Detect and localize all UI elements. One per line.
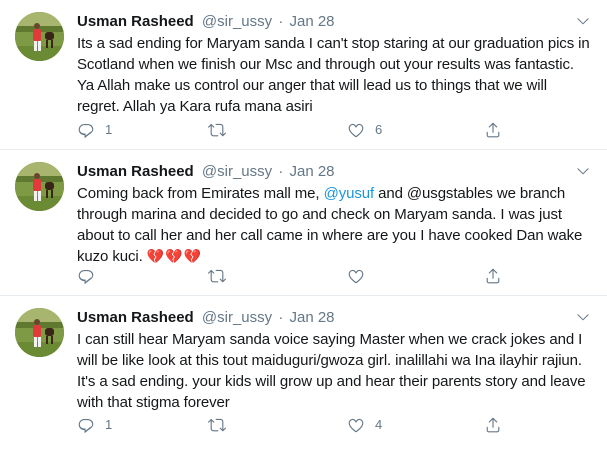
avatar-image — [15, 308, 64, 357]
like-icon — [347, 267, 365, 285]
share-button[interactable] — [484, 266, 502, 286]
chevron-down-icon[interactable] — [575, 163, 591, 179]
tweet[interactable]: Usman Rasheed @sir_ussy · Jan 28 Coming … — [0, 150, 607, 296]
broken-heart-emoji: 💔💔💔 — [146, 248, 203, 264]
tweet-text: Coming back from Emirates mall me, @yusu… — [77, 183, 592, 267]
reply-count: 1 — [105, 122, 113, 137]
like-icon — [347, 416, 365, 434]
author-handle[interactable]: @sir_ussy — [202, 13, 272, 30]
retweet-button[interactable] — [208, 266, 236, 286]
tweet-actions: 1 4 — [77, 415, 517, 435]
tweet[interactable]: Usman Rasheed @sir_ussy · Jan 28 Its a s… — [0, 0, 607, 150]
tweet-header: Usman Rasheed @sir_ussy · Jan 28 — [77, 12, 335, 32]
like-button[interactable] — [347, 266, 375, 286]
tweet-text: Its a sad ending for Maryam sanda I can'… — [77, 33, 592, 117]
retweet-button[interactable] — [208, 415, 236, 435]
author-name[interactable]: Usman Rasheed — [77, 13, 194, 30]
tweet-header: Usman Rasheed @sir_ussy · Jan 28 — [77, 308, 335, 328]
tweet[interactable]: Usman Rasheed @sir_ussy · Jan 28 I can s… — [0, 296, 607, 449]
tweet-date[interactable]: Jan 28 — [289, 163, 334, 180]
retweet-button[interactable] — [208, 120, 236, 140]
avatar[interactable] — [15, 308, 64, 357]
separator-dot: · — [278, 163, 284, 180]
tweet-date[interactable]: Jan 28 — [289, 13, 334, 30]
tweet-text-body: Its a sad ending for Maryam sanda I can'… — [77, 35, 590, 115]
share-button[interactable] — [484, 120, 502, 140]
reply-icon — [77, 416, 95, 434]
author-name[interactable]: Usman Rasheed — [77, 309, 194, 326]
tweet-text-body: Coming back from Emirates mall me, — [77, 185, 324, 202]
avatar[interactable] — [15, 12, 64, 61]
tweet-actions: 1 6 — [77, 120, 517, 140]
reply-button[interactable]: 1 — [77, 120, 112, 140]
like-count: 6 — [375, 122, 383, 137]
retweet-icon — [208, 267, 226, 285]
tweet-date[interactable]: Jan 28 — [289, 309, 334, 326]
avatar-image — [15, 162, 64, 211]
chevron-down-icon[interactable] — [575, 13, 591, 29]
tweet-text: I can still hear Maryam sanda voice sayi… — [77, 329, 592, 413]
avatar-image — [15, 12, 64, 61]
share-icon — [484, 121, 502, 139]
reply-button[interactable]: 1 — [77, 415, 112, 435]
like-icon — [347, 121, 365, 139]
author-handle[interactable]: @sir_ussy — [202, 309, 272, 326]
tweet-header: Usman Rasheed @sir_ussy · Jan 28 — [77, 162, 335, 182]
share-icon — [484, 416, 502, 434]
share-button[interactable] — [484, 415, 502, 435]
separator-dot: · — [278, 13, 284, 30]
tweet-actions — [77, 266, 517, 286]
author-handle[interactable]: @sir_ussy — [202, 163, 272, 180]
author-name[interactable]: Usman Rasheed — [77, 163, 194, 180]
avatar[interactable] — [15, 162, 64, 211]
like-button[interactable]: 6 — [347, 120, 382, 140]
share-icon — [484, 267, 502, 285]
reply-icon — [77, 267, 95, 285]
chevron-down-icon[interactable] — [575, 309, 591, 325]
reply-button[interactable] — [77, 266, 105, 286]
reply-icon — [77, 121, 95, 139]
mention-link[interactable]: @yusuf — [324, 185, 375, 202]
like-count: 4 — [375, 417, 383, 432]
tweet-text-body: I can still hear Maryam sanda voice sayi… — [77, 331, 586, 411]
like-button[interactable]: 4 — [347, 415, 382, 435]
reply-count: 1 — [105, 417, 113, 432]
retweet-icon — [208, 416, 226, 434]
separator-dot: · — [278, 309, 284, 326]
retweet-icon — [208, 121, 226, 139]
